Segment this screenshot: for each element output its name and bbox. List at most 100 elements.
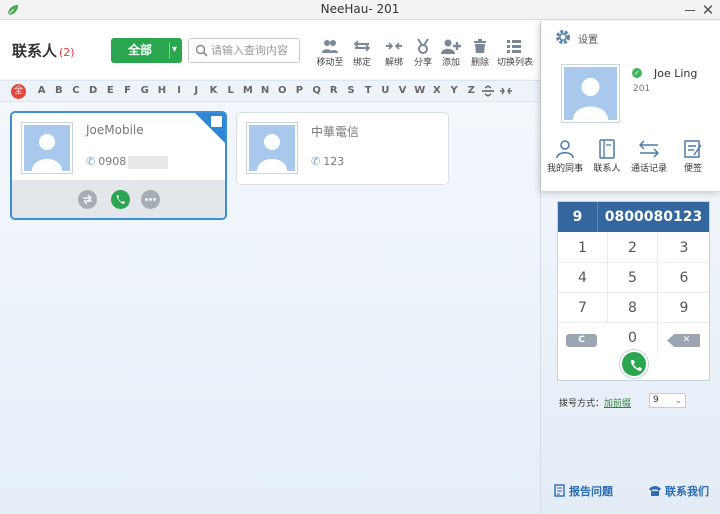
more-icon xyxy=(145,198,156,201)
dial-call-button[interactable] xyxy=(620,350,648,378)
book-icon xyxy=(599,139,615,159)
alphabet-letter[interactable]: D xyxy=(85,85,102,96)
search-box[interactable] xyxy=(188,38,300,63)
alphabet-letter[interactable]: Y xyxy=(446,85,463,96)
contact-card[interactable]: 中華電信 ✆ 123 xyxy=(236,112,449,185)
key-3[interactable]: 3 xyxy=(659,233,709,263)
trash-icon xyxy=(474,39,486,53)
key-5[interactable]: 5 xyxy=(608,263,658,293)
alphabet-letter[interactable]: N xyxy=(256,85,273,96)
close-button[interactable]: ✕ xyxy=(700,1,716,19)
alphabet-letter[interactable]: S xyxy=(342,85,359,96)
alphabet-letter[interactable]: H xyxy=(153,85,170,96)
more-options-button[interactable] xyxy=(141,190,160,209)
alphabet-index-bar: 全 A B C D E F G H I J K L M N O P Q R S … xyxy=(0,80,540,102)
window-title: NeeHau- 201 xyxy=(320,2,400,16)
contact-phone-number: 123 xyxy=(323,155,345,168)
clear-button[interactable]: C xyxy=(566,334,597,347)
alphabet-letter[interactable]: U xyxy=(377,85,394,96)
call-history-label: 通话记录 xyxy=(630,164,667,174)
side-panel: 设置 ✓ Joe Ling 201 我的同事 联系人 通话记录 便签 9 080… xyxy=(540,21,720,514)
alphabet-letter[interactable]: P xyxy=(291,85,308,96)
alphabet-letter[interactable]: J xyxy=(188,85,205,96)
contact-name: 中華電信 xyxy=(311,125,360,139)
colleagues-link[interactable]: 我的同事 xyxy=(543,139,587,174)
key-0[interactable]: 0 xyxy=(608,323,658,353)
dial-mode-link[interactable]: 加前缀 xyxy=(604,399,631,409)
alphabet-letter[interactable]: C xyxy=(67,85,84,96)
dialed-number[interactable]: 0800080123 xyxy=(598,202,709,232)
notes-label: 便签 xyxy=(683,164,702,174)
user-name: Joe Ling xyxy=(654,67,698,80)
contact-phone-number: 0908 xyxy=(98,155,127,168)
alphabet-letter[interactable]: R xyxy=(325,85,342,96)
expand-icon[interactable] xyxy=(499,85,513,97)
move-to-label: 移动至 xyxy=(316,58,344,68)
call-history-icon xyxy=(639,140,659,158)
alphabet-letter[interactable]: Z xyxy=(463,85,480,96)
search-input[interactable] xyxy=(211,42,297,59)
alphabet-letter[interactable]: V xyxy=(394,85,411,96)
alphabet-letter[interactable]: E xyxy=(102,85,119,96)
alphabet-letter[interactable]: F xyxy=(119,85,136,96)
minimize-button[interactable] xyxy=(683,0,697,20)
alphabet-letter[interactable]: L xyxy=(222,85,239,96)
prefix-select[interactable]: 9 ⌄ xyxy=(649,393,686,408)
alphabet-letter[interactable]: M xyxy=(239,85,256,96)
backspace-button[interactable]: ✕ xyxy=(667,334,700,347)
profile-avatar[interactable] xyxy=(561,64,620,123)
phone-icon: ✆ xyxy=(311,155,321,168)
bind-button[interactable]: 绑定 xyxy=(345,36,379,76)
chevron-down-icon: ⌄ xyxy=(675,396,682,405)
contact-us-link[interactable]: 联系我们 xyxy=(648,483,709,499)
key-1[interactable]: 1 xyxy=(558,233,608,263)
notes-link[interactable]: 便签 xyxy=(671,139,715,174)
key-9[interactable]: 9 xyxy=(659,293,709,323)
contact-us-label: 联系我们 xyxy=(665,485,709,498)
person-icon xyxy=(556,140,574,159)
key-7[interactable]: 7 xyxy=(558,293,608,323)
contact-card[interactable]: JoeMobile ✆ 0908 xyxy=(10,111,227,220)
group-filter-label: 全部 xyxy=(127,43,152,57)
switch-list-button[interactable]: 切换列表 xyxy=(497,36,533,76)
dial-pad: 9 0800080123 1 2 3 4 5 6 7 8 9 C 0 ✕ xyxy=(557,201,710,381)
redacted-number xyxy=(128,155,169,169)
contacts-toolbar: 联系人(2) 全部 ▾ 移动至 绑定 解绑 xyxy=(0,21,540,79)
document-icon xyxy=(554,484,565,497)
report-issue-label: 报告问题 xyxy=(569,485,613,498)
share-icon xyxy=(417,38,429,54)
alphabet-letter[interactable]: T xyxy=(360,85,377,96)
online-status-icon[interactable]: ✓ xyxy=(632,68,642,78)
alphabet-letter[interactable]: X xyxy=(428,85,445,96)
add-contact-icon xyxy=(441,39,461,54)
search-icon xyxy=(195,44,208,57)
key-8[interactable]: 8 xyxy=(608,293,658,323)
contacts-link[interactable]: 联系人 xyxy=(585,139,629,174)
alphabet-letter[interactable]: K xyxy=(205,85,222,96)
delete-label: 删除 xyxy=(470,58,489,68)
delete-button[interactable]: 删除 xyxy=(463,36,497,76)
contact-count-badge: (2) xyxy=(59,46,75,59)
alphabet-letter[interactable]: G xyxy=(136,85,153,96)
alphabet-all-button[interactable]: 全 xyxy=(11,84,26,99)
key-2[interactable]: 2 xyxy=(608,233,658,263)
dropdown-separator xyxy=(169,42,170,59)
call-history-link[interactable]: 通话记录 xyxy=(627,139,671,174)
move-to-button[interactable]: 移动至 xyxy=(313,36,347,76)
alphabet-letter[interactable]: O xyxy=(274,85,291,96)
call-button[interactable] xyxy=(111,190,130,209)
group-filter-dropdown[interactable]: 全部 ▾ xyxy=(111,38,182,63)
key-4[interactable]: 4 xyxy=(558,263,608,293)
select-checkbox[interactable] xyxy=(211,116,222,127)
alphabet-letter[interactable]: A xyxy=(33,85,50,96)
report-issue-link[interactable]: 报告问题 xyxy=(554,483,613,499)
contacts-pane: 联系人(2) 全部 ▾ 移动至 绑定 解绑 xyxy=(0,21,540,514)
collapse-icon[interactable] xyxy=(481,85,495,97)
transfer-button[interactable] xyxy=(78,190,97,209)
alphabet-letter[interactable]: Q xyxy=(308,85,325,96)
prefix-select-value: 9 xyxy=(653,395,659,405)
key-6[interactable]: 6 xyxy=(659,263,709,293)
alphabet-letter[interactable]: W xyxy=(411,85,428,96)
alphabet-letter[interactable]: I xyxy=(171,85,188,96)
alphabet-letter[interactable]: B xyxy=(50,85,67,96)
